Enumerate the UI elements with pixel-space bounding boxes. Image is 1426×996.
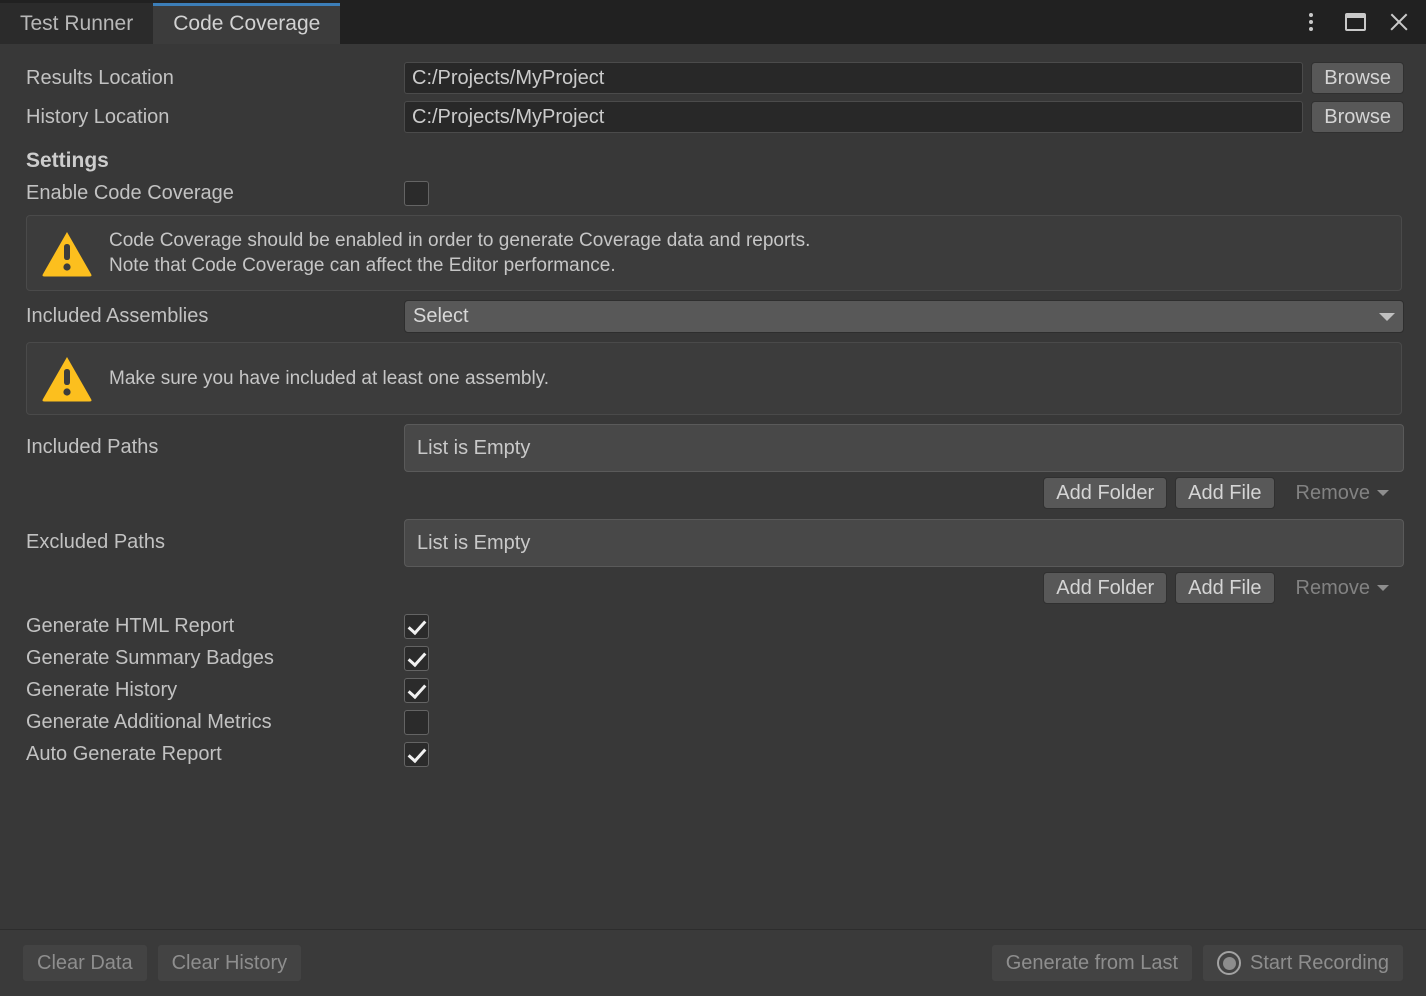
included-paths-remove-label: Remove (1296, 482, 1370, 505)
generate-html-report-label: Generate HTML Report (22, 615, 404, 638)
generate-summary-badges-label: Generate Summary Badges (22, 647, 404, 670)
chevron-down-icon (1379, 313, 1395, 321)
generate-history-checkbox[interactable] (404, 678, 429, 703)
maximize-icon[interactable] (1340, 7, 1370, 37)
window-controls (1296, 0, 1426, 44)
kebab-menu-icon[interactable] (1296, 7, 1326, 37)
results-location-input[interactable]: C:/Projects/MyProject (404, 62, 1303, 94)
results-browse-button[interactable]: Browse (1311, 62, 1404, 94)
code-coverage-panel: Results Location C:/Projects/MyProject B… (0, 44, 1426, 929)
generate-summary-badges-row: Generate Summary Badges (22, 646, 1404, 671)
warning-line-2: Note that Code Coverage can affect the E… (109, 253, 810, 278)
close-icon[interactable] (1384, 7, 1414, 37)
start-recording-button[interactable]: Start Recording (1202, 944, 1404, 982)
warning-line-1: Make sure you have included at least one… (109, 366, 549, 391)
warning-enable-coverage-text: Code Coverage should be enabled in order… (109, 228, 810, 278)
window-tab-bar: Test Runner Code Coverage (0, 0, 1426, 44)
included-assemblies-dropdown[interactable]: Select (404, 300, 1404, 333)
warning-assembly: Make sure you have included at least one… (26, 342, 1402, 415)
history-location-row: History Location C:/Projects/MyProject B… (22, 101, 1404, 133)
included-paths-label: Included Paths (22, 424, 404, 459)
results-location-label: Results Location (22, 67, 404, 90)
start-recording-label: Start Recording (1250, 952, 1389, 975)
settings-heading: Settings (26, 149, 1404, 173)
excluded-paths-remove-button[interactable]: Remove (1283, 572, 1402, 604)
results-location-row: Results Location C:/Projects/MyProject B… (22, 62, 1404, 94)
generate-additional-metrics-label: Generate Additional Metrics (22, 711, 404, 734)
warning-triangle-icon (41, 230, 93, 277)
included-paths-remove-button[interactable]: Remove (1283, 477, 1402, 509)
included-paths-row: Included Paths List is Empty (22, 424, 1404, 472)
generate-additional-metrics-checkbox[interactable] (404, 710, 429, 735)
warning-line-1: Code Coverage should be enabled in order… (109, 228, 810, 253)
included-assemblies-value: Select (413, 305, 469, 328)
clear-history-button[interactable]: Clear History (157, 944, 303, 982)
excluded-paths-buttons: Add Folder Add File Remove (22, 572, 1402, 604)
tab-code-coverage-label: Code Coverage (173, 12, 320, 36)
excluded-paths-add-folder-button[interactable]: Add Folder (1043, 572, 1167, 604)
enable-code-coverage-checkbox[interactable] (404, 181, 429, 206)
enable-code-coverage-label: Enable Code Coverage (22, 182, 404, 205)
tab-test-runner-label: Test Runner (20, 12, 133, 36)
auto-generate-report-row: Auto Generate Report (22, 742, 1404, 767)
generate-summary-badges-checkbox[interactable] (404, 646, 429, 671)
excluded-paths-add-file-button[interactable]: Add File (1175, 572, 1274, 604)
included-paths-buttons: Add Folder Add File Remove (22, 477, 1402, 509)
excluded-paths-label: Excluded Paths (22, 519, 404, 554)
tab-test-runner[interactable]: Test Runner (0, 3, 153, 44)
enable-code-coverage-row: Enable Code Coverage (22, 181, 1404, 206)
tab-code-coverage[interactable]: Code Coverage (153, 3, 340, 44)
warning-triangle-icon (41, 355, 93, 402)
chevron-down-icon (1377, 490, 1389, 496)
generate-from-last-button[interactable]: Generate from Last (991, 944, 1193, 982)
auto-generate-report-checkbox[interactable] (404, 742, 429, 767)
excluded-paths-remove-label: Remove (1296, 577, 1370, 600)
generate-html-report-row: Generate HTML Report (22, 614, 1404, 639)
included-assemblies-label: Included Assemblies (22, 305, 404, 328)
included-paths-add-file-button[interactable]: Add File (1175, 477, 1274, 509)
clear-data-button[interactable]: Clear Data (22, 944, 148, 982)
excluded-paths-row: Excluded Paths List is Empty (22, 519, 1404, 567)
warning-assembly-text: Make sure you have included at least one… (109, 366, 549, 391)
included-paths-list[interactable]: List is Empty (404, 424, 1404, 472)
record-icon (1217, 951, 1241, 975)
generate-history-label: Generate History (22, 679, 404, 702)
generate-additional-metrics-row: Generate Additional Metrics (22, 710, 1404, 735)
chevron-down-icon (1377, 585, 1389, 591)
generate-html-report-checkbox[interactable] (404, 614, 429, 639)
bottom-toolbar: Clear Data Clear History Generate from L… (0, 929, 1426, 996)
included-assemblies-row: Included Assemblies Select (22, 300, 1404, 333)
excluded-paths-list[interactable]: List is Empty (404, 519, 1404, 567)
history-location-input[interactable]: C:/Projects/MyProject (404, 101, 1303, 133)
warning-enable-coverage: Code Coverage should be enabled in order… (26, 215, 1402, 291)
history-location-label: History Location (22, 106, 404, 129)
included-paths-add-folder-button[interactable]: Add Folder (1043, 477, 1167, 509)
history-browse-button[interactable]: Browse (1311, 101, 1404, 133)
generate-history-row: Generate History (22, 678, 1404, 703)
auto-generate-report-label: Auto Generate Report (22, 743, 404, 766)
